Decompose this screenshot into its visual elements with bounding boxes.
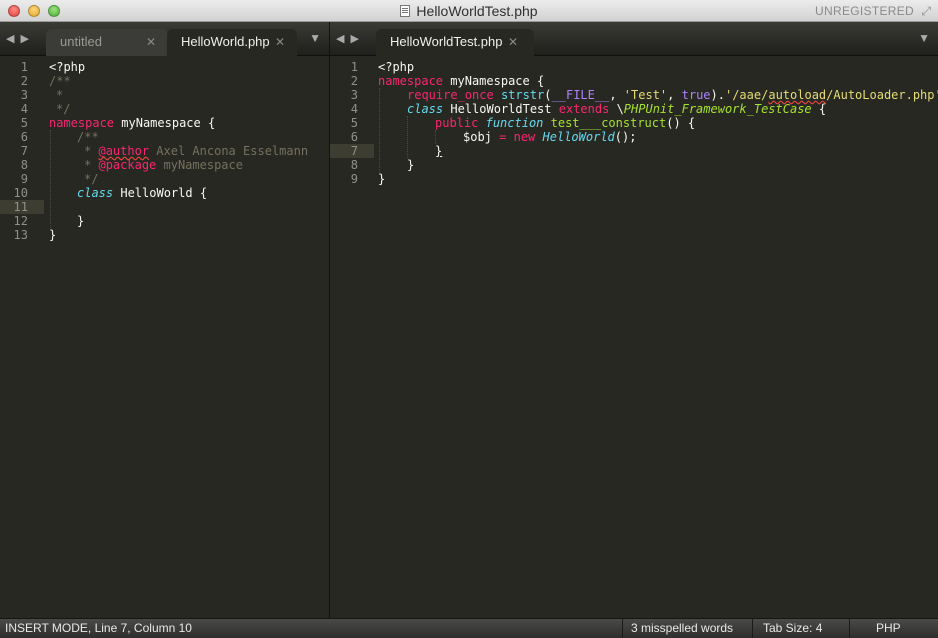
arrow-left-icon[interactable]: ◀ [6,33,20,45]
indent-guide [407,116,408,158]
indent-guide [379,88,380,172]
arrow-right-icon[interactable]: ▶ [350,33,364,45]
arrow-right-icon[interactable]: ▶ [20,33,34,45]
status-spellcheck[interactable]: 3 misspelled words [622,619,744,638]
status-bar: INSERT MODE, Line 7, Column 10 3 misspel… [0,618,938,638]
line-number: 8 [20,158,28,172]
left-code-editor[interactable]: 1 2 3 4 5 6 7 8 9 10 11 12 13 <?php /** … [0,57,329,618]
line-number: 10 [13,186,28,200]
left-gutter: 1 2 3 4 5 6 7 8 9 10 11 12 13 [0,57,44,618]
code-line: class HelloWorld { [77,186,208,200]
window-title-text: HelloWorldTest.php [416,3,538,19]
line-number: 1 [350,60,358,74]
code-line: * @author Axel Ancona Esselmann [84,144,309,158]
right-code-editor[interactable]: 1 2 3 4 5 6 7 8 9 <?php namespace myName… [330,57,938,618]
line-number: 5 [350,116,358,130]
line-number: 4 [20,102,28,116]
line-number: 3 [350,88,358,102]
title-bar: HelloWorldTest.php UNREGISTERED ⤢ [0,0,938,22]
code-line: } [49,228,57,242]
line-number: 13 [13,228,28,242]
code-line: class HelloWorldTest extends \PHPUnit_Fr… [407,102,827,116]
code-line: } [407,158,415,172]
code-line: } [378,172,386,186]
code-line: $obj = new HelloWorld(); [463,130,637,144]
line-number: 5 [20,116,28,130]
close-tab-icon[interactable]: ✕ [508,29,518,55]
tab-helloworldtest-php[interactable]: HelloWorldTest.php ✕ [376,29,534,56]
left-editor-group: ◀▶ untitled ✕ HelloWorld.php ✕ ▼ 1 2 3 4… [0,22,329,618]
right-editor-group: ◀▶ HelloWorldTest.php ✕ ▼ 1 2 3 4 5 6 7 … [330,22,938,618]
line-number: 6 [20,130,28,144]
code-line: public function test___construct() { [435,116,696,130]
code-line: /** [49,74,71,88]
tab-nav-arrows[interactable]: ◀▶ [336,32,365,45]
close-tab-icon[interactable]: ✕ [146,29,156,55]
tab-helloworld-php[interactable]: HelloWorld.php ✕ [167,29,297,56]
tab-untitled[interactable]: untitled ✕ [46,29,168,56]
code-line: * [56,88,64,102]
tab-nav-arrows[interactable]: ◀▶ [6,32,35,45]
status-syntax[interactable]: PHP [849,619,938,638]
document-icon [400,5,411,17]
line-number: 3 [20,88,28,102]
line-number: 1 [20,60,28,74]
arrow-left-icon[interactable]: ◀ [336,33,350,45]
line-number: 7 [350,144,358,158]
line-number: 2 [20,74,28,88]
right-gutter: 1 2 3 4 5 6 7 8 9 [330,57,374,618]
code-line: } [435,144,443,158]
line-number: 9 [20,172,28,186]
line-number: 8 [350,158,358,172]
status-tab-size[interactable]: Tab Size: 4 [752,619,842,638]
line-number: 11 [13,200,28,214]
fullscreen-icon[interactable]: ⤢ [921,4,931,19]
line-number: 2 [350,74,358,88]
code-line: namespace myNamespace { [49,116,216,130]
tab-menu-icon[interactable]: ▼ [309,31,321,45]
code-line: namespace myNamespace { [378,74,545,88]
code-line: require_once strstr(__FILE__, 'Test', tr… [407,88,938,102]
tab-menu-icon[interactable]: ▼ [918,31,930,45]
line-number: 4 [350,102,358,116]
code-line: <?php [378,60,415,74]
code-line: /** [77,130,99,144]
code-line: */ [56,102,71,116]
license-status: UNREGISTERED [815,4,914,18]
code-line: } [77,214,85,228]
line-number: 7 [20,144,28,158]
tab-label: HelloWorld.php [181,34,270,49]
close-tab-icon[interactable]: ✕ [275,29,285,55]
line-number: 9 [350,172,358,186]
indent-guide [435,130,436,144]
right-tab-bar: ◀▶ HelloWorldTest.php ✕ ▼ [330,22,938,56]
tab-label: HelloWorldTest.php [390,34,503,49]
left-tab-bar: ◀▶ untitled ✕ HelloWorld.php ✕ ▼ [0,22,329,56]
code-line: * @package myNamespace [84,158,243,172]
tab-label: untitled [60,34,102,49]
status-mode-position: INSERT MODE, Line 7, Column 10 [5,621,192,635]
line-number: 12 [13,214,28,228]
code-line: */ [84,172,99,186]
window-title: HelloWorldTest.php [0,3,938,19]
indent-guide [50,130,51,228]
line-number: 6 [350,130,358,144]
code-line: <?php [49,60,86,74]
